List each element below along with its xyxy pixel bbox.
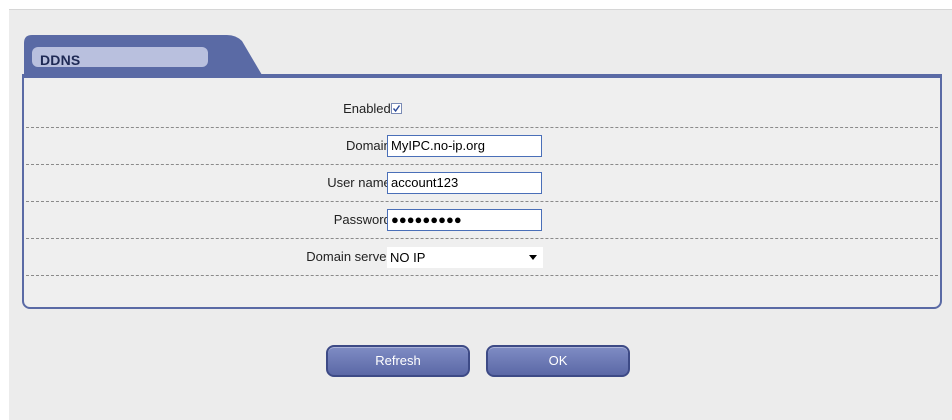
domain-server-value: NO IP	[390, 250, 426, 265]
ok-button[interactable]: OK	[486, 345, 630, 377]
ddns-form-panel: Enabled : Domain : MyIPC.no-ip.org User …	[22, 74, 942, 309]
chevron-down-icon	[529, 255, 537, 260]
domain-row: Domain : MyIPC.no-ip.org	[26, 128, 938, 165]
domain-server-select[interactable]: NO IP	[387, 247, 543, 268]
checkmark-icon	[392, 105, 401, 113]
spacer-row	[26, 276, 938, 292]
refresh-button[interactable]: Refresh	[326, 345, 470, 377]
enabled-row: Enabled :	[26, 91, 938, 128]
section-title: DDNS	[40, 52, 81, 68]
username-input[interactable]: account123	[387, 172, 542, 194]
password-input[interactable]: ●●●●●●●●●	[387, 209, 542, 231]
domain-server-label: Domain server :	[306, 249, 398, 264]
enabled-label: Enabled :	[343, 101, 398, 116]
domain-server-row: Domain server : NO IP	[26, 239, 938, 276]
domain-input[interactable]: MyIPC.no-ip.org	[387, 135, 542, 157]
enabled-checkbox[interactable]	[391, 103, 402, 114]
username-row: User name : account123	[26, 165, 938, 202]
password-row: Password : ●●●●●●●●●	[26, 202, 938, 239]
